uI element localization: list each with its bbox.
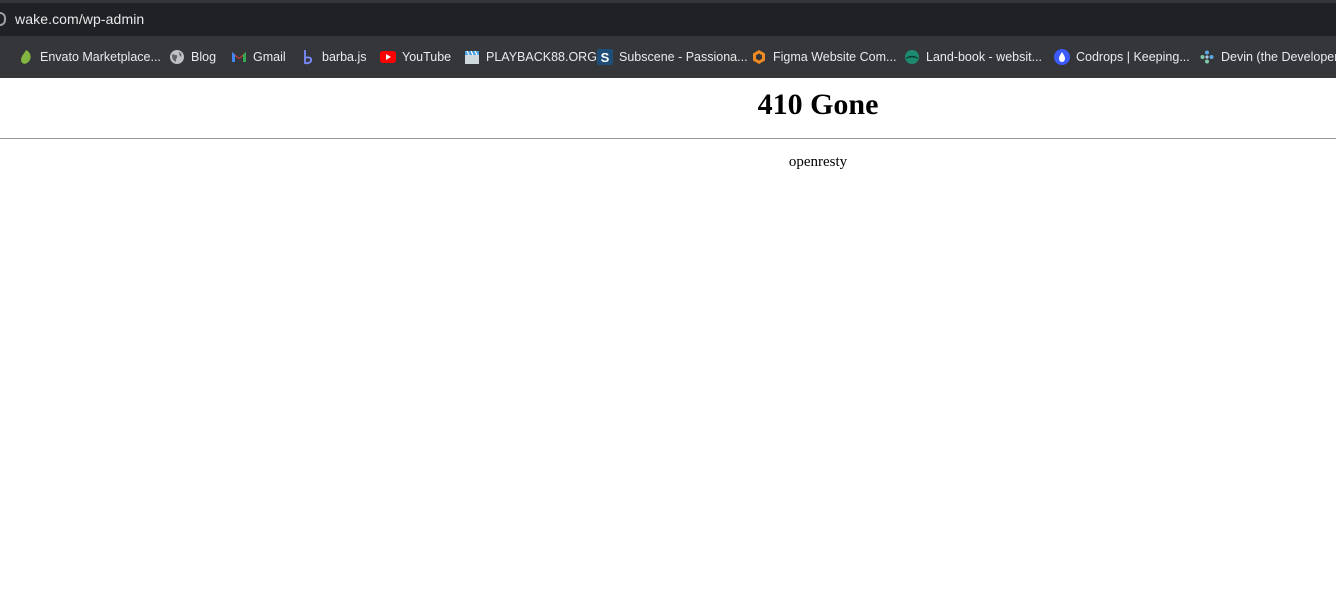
page-content: 410 Gone openresty xyxy=(0,78,1336,597)
bookmark-label: Blog xyxy=(191,50,217,64)
svg-text:S: S xyxy=(601,50,610,65)
bookmark-label: Land-book - websit... xyxy=(926,50,1043,64)
bookmark-playback88[interactable]: PLAYBACK88.ORG xyxy=(464,47,597,67)
bookmark-envato[interactable]: Envato Marketplace... xyxy=(18,47,161,67)
bookmark-label: YouTube xyxy=(402,50,452,64)
bookmarks-bar: Envato Marketplace... Blog Gmail barba.j… xyxy=(0,38,1336,78)
address-bar-url[interactable]: wake.com/wp-admin xyxy=(15,11,144,27)
bookmark-label: Gmail xyxy=(253,50,286,64)
clapperboard-icon xyxy=(464,49,480,65)
bookmark-land-book[interactable]: Land-book - websit... xyxy=(904,47,1042,67)
bookmark-gmail[interactable]: Gmail xyxy=(231,47,286,67)
bookmark-subscene[interactable]: S Subscene - Passiona... xyxy=(597,47,748,67)
bookmark-label: Devin (the Developer) xyxy=(1221,50,1336,64)
page-title: 410 Gone xyxy=(757,88,879,121)
barba-icon xyxy=(300,49,316,65)
devin-icon xyxy=(1199,49,1215,65)
leaf-icon xyxy=(18,49,34,65)
bookmark-label: barba.js xyxy=(322,50,367,64)
drop-icon xyxy=(1054,49,1070,65)
bookmark-label: PLAYBACK88.ORG xyxy=(486,50,597,64)
bookmark-devin[interactable]: Devin (the Developer) xyxy=(1199,47,1336,67)
bookmark-youtube[interactable]: YouTube xyxy=(380,47,451,67)
site-info-icon[interactable] xyxy=(0,12,6,26)
bookmark-label: Envato Marketplace... xyxy=(40,50,161,64)
bookmark-codrops[interactable]: Codrops | Keeping... xyxy=(1054,47,1190,67)
youtube-icon xyxy=(380,49,396,65)
bookmark-label: Subscene - Passiona... xyxy=(619,50,748,64)
bookmark-barba[interactable]: barba.js xyxy=(300,47,366,67)
bookmark-blog[interactable]: Blog xyxy=(169,47,216,67)
browser-chrome: wake.com/wp-admin Envato Marketplace... … xyxy=(0,0,1336,78)
divider xyxy=(0,138,1336,139)
server-signature: openresty xyxy=(788,154,848,170)
gmail-icon xyxy=(231,49,247,65)
subscene-s-icon: S xyxy=(597,49,613,65)
bookmark-label: Codrops | Keeping... xyxy=(1076,50,1190,64)
hexagon-icon xyxy=(751,49,767,65)
landbook-icon xyxy=(904,49,920,65)
bookmark-label: Figma Website Com... xyxy=(773,50,897,64)
globe-icon xyxy=(169,49,185,65)
bookmark-figma-website[interactable]: Figma Website Com... xyxy=(751,47,896,67)
address-bar[interactable]: wake.com/wp-admin xyxy=(0,3,1336,36)
